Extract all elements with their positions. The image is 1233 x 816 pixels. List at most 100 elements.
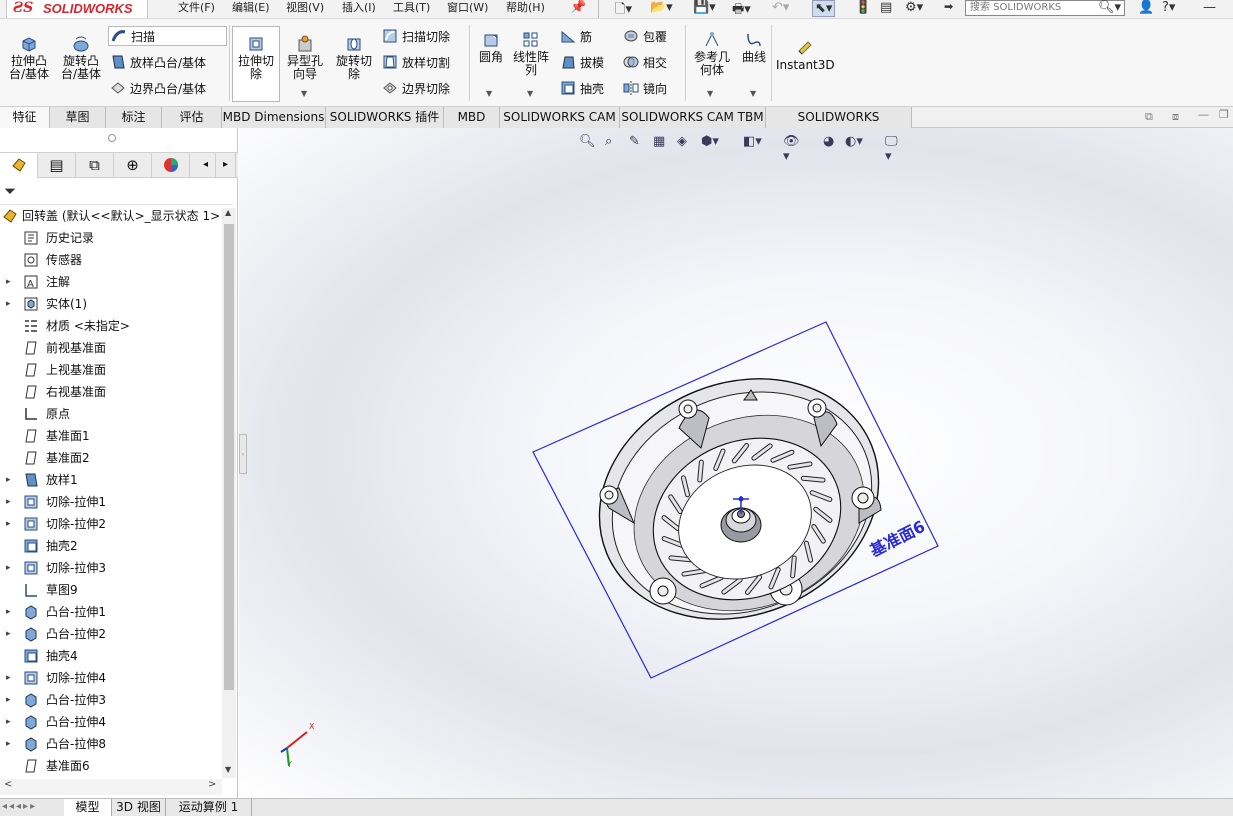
tree-item[interactable]: ▸ 切除-拉伸4 [0,667,220,689]
tree-item[interactable]: ▸ 凸台-拉伸8 [0,733,220,755]
configurationmanager-tab-icon[interactable]: ⧉ [76,153,114,178]
filter-icon[interactable]: ⏷ [4,182,16,200]
expand-arrow-icon[interactable]: ▸ [6,491,11,513]
expand-icon[interactable]: ➡ [944,0,953,13]
scroll-down-icon[interactable]: ▼ [225,765,231,774]
propertymanager-tab-icon[interactable]: ▤ [38,153,76,178]
tree-item[interactable]: ▸ 凸台-拉伸2 [0,623,220,645]
expand-arrow-icon[interactable]: ▸ [6,689,11,711]
revolve-cut-button[interactable]: 旋转切 除 [330,35,378,81]
expand-arrow-icon[interactable]: ▸ [6,469,11,491]
tree-item[interactable]: 传感器 [0,249,220,271]
scrollbar-thumb[interactable] [224,224,234,690]
menu-view[interactable]: 视图(V) [286,0,324,15]
tree-item[interactable]: ▸ 凸台-拉伸3 [0,689,220,711]
panel-grip-icon[interactable] [108,134,116,142]
tab-solidworks-addins[interactable]: SOLIDWORKS 插件 [326,107,444,128]
select-icon[interactable]: ⬉▾ [812,0,836,17]
options-icon[interactable]: ⚙▾ [905,0,923,15]
solidworks-logo[interactable]: ƧS SOLIDWORKS [6,0,148,18]
menu-window[interactable]: 窗口(W) [447,0,488,15]
expand-arrow-icon[interactable]: ▸ [6,513,11,535]
extrude-cut-button[interactable]: 拉伸切 除 [232,26,280,102]
scroll-right-icon[interactable]: > [208,779,216,790]
tree-item[interactable]: 基准面6 [0,755,220,777]
help-icon[interactable]: ?▾ [1162,0,1175,15]
maximize-icon[interactable]: ❐ [1219,108,1229,121]
featuremanager-tab-icon[interactable] [0,153,38,178]
tab-solidworks-cam[interactable]: SOLIDWORKS CAM [500,107,620,128]
expand-arrow-icon[interactable]: ▸ [6,623,11,645]
reference-geometry-button[interactable]: 参考几 何体 [688,31,736,77]
undo-icon[interactable]: ↶▾ [772,0,789,15]
tree-item[interactable]: 材质 <未指定> [0,315,220,337]
tree-item[interactable]: ▸ 切除-拉伸2 [0,513,220,535]
tab-mbd[interactable]: MBD [444,107,500,128]
tab-markup[interactable]: 标注 [106,107,162,128]
mirror-button[interactable]: 镜向 [623,79,667,99]
wrap-button[interactable]: 包覆 [623,27,667,47]
shell-button[interactable]: 抽壳 [560,79,604,99]
menu-file[interactable]: 文件(F) [178,0,215,15]
tree-item[interactable]: 抽壳2 [0,535,220,557]
extrude-boss-button[interactable]: 拉伸凸 台/基体 [5,35,53,81]
tree-item[interactable]: 历史记录 [0,227,220,249]
pin-icon[interactable]: 📌 [570,0,586,15]
new-document-icon[interactable]: 🗋▾ [615,0,632,18]
expand-arrow-icon[interactable]: ▸ [6,557,11,579]
hole-wizard-dropdown-icon[interactable]: ▼ [301,89,307,98]
pattern-dropdown-icon[interactable]: ▼ [527,89,533,98]
tab-scroll-controls-icon[interactable]: ◂◂◂▸▸ [2,801,37,812]
tree-item[interactable]: 基准面2 [0,447,220,469]
minimize-window-icon[interactable]: — [1203,0,1216,15]
tree-item[interactable]: ▸ 实体(1) [0,293,220,315]
open-icon[interactable]: 📂▾ [650,0,673,15]
tab-scroll-left-icon[interactable]: ◂ [196,153,216,178]
restore-pane-icon[interactable]: ⧉ [1145,110,1153,124]
tree-item[interactable]: 右视基准面 [0,381,220,403]
rebuild-icon[interactable]: 🚦 [855,0,871,15]
tree-item[interactable]: 上视基准面 [0,359,220,381]
expand-arrow-icon[interactable]: ▸ [6,733,11,755]
tab-solidworks-inspection[interactable]: SOLIDWORKS Inspection [766,107,912,144]
tab-scroll-right-icon[interactable]: ▸ [216,153,236,178]
fillet-dropdown-icon[interactable]: ▼ [486,89,492,98]
tree-item[interactable]: ▸ 切除-拉伸1 [0,491,220,513]
save-icon[interactable]: 💾▾ [693,0,716,15]
boundary-cut-button[interactable]: 边界切除 [382,79,450,99]
menu-help[interactable]: 帮助(H) [506,0,545,15]
menu-tools[interactable]: 工具(T) [393,0,430,15]
scroll-left-icon[interactable]: < [4,779,12,790]
swept-cut-button[interactable]: 扫描切除 [382,27,450,47]
tab-solidworks-cam-tbm[interactable]: SOLIDWORKS CAM TBM [620,107,766,128]
file-properties-icon[interactable]: ▤ [880,0,892,15]
print-icon[interactable]: 🖶▾ [732,0,751,18]
expand-arrow-icon[interactable]: ▸ [6,601,11,623]
tab-model[interactable]: 模型 [64,799,112,816]
graphics-area[interactable]: 🔍︎ ⌕ ✎ ▦ ◈ ⬢▾ ◧▾ 👁▾ ◕ ◐▾ 🖵▾ 基准面6 X Y ◦ [239,128,1233,798]
expand-arrow-icon[interactable]: ▸ [6,293,11,315]
expand-arrow-icon[interactable]: ▸ [6,667,11,689]
menu-insert[interactable]: 插入(I) [342,0,376,15]
linear-pattern-button[interactable]: 线性阵 列 [507,31,555,77]
lofted-cut-button[interactable]: 放样切割 [382,53,450,73]
tab-sketch[interactable]: 草图 [50,107,106,128]
tree-item[interactable]: ▸ 放样1 [0,469,220,491]
tab-evaluate[interactable]: 评估 [162,107,222,128]
revolve-boss-button[interactable]: 旋转凸 台/基体 [57,35,105,81]
draft-button[interactable]: 拔模 [560,53,604,73]
tree-item[interactable]: ▸ 切除-拉伸3 [0,557,220,579]
tree-item[interactable]: 原点 [0,403,220,425]
panel-collapse-handle[interactable]: ◦ [239,434,247,474]
tree-item[interactable]: 草图9 [0,579,220,601]
tab-motion-study-1[interactable]: 运动算例 1 [166,799,252,816]
minimize-icon[interactable]: — [1198,108,1209,121]
expand-arrow-icon[interactable]: ▸ [6,711,11,733]
rib-button[interactable]: 筋 [560,27,592,47]
user-icon[interactable]: 👤 [1138,0,1154,15]
tree-item[interactable]: 前视基准面 [0,337,220,359]
tree-item[interactable]: ▸ 凸台-拉伸1 [0,601,220,623]
search-icon[interactable]: 🔍︎▾ [1098,0,1121,15]
expand-arrow-icon[interactable]: ▸ [6,271,11,293]
curves-dropdown-icon[interactable]: ▼ [750,89,756,98]
